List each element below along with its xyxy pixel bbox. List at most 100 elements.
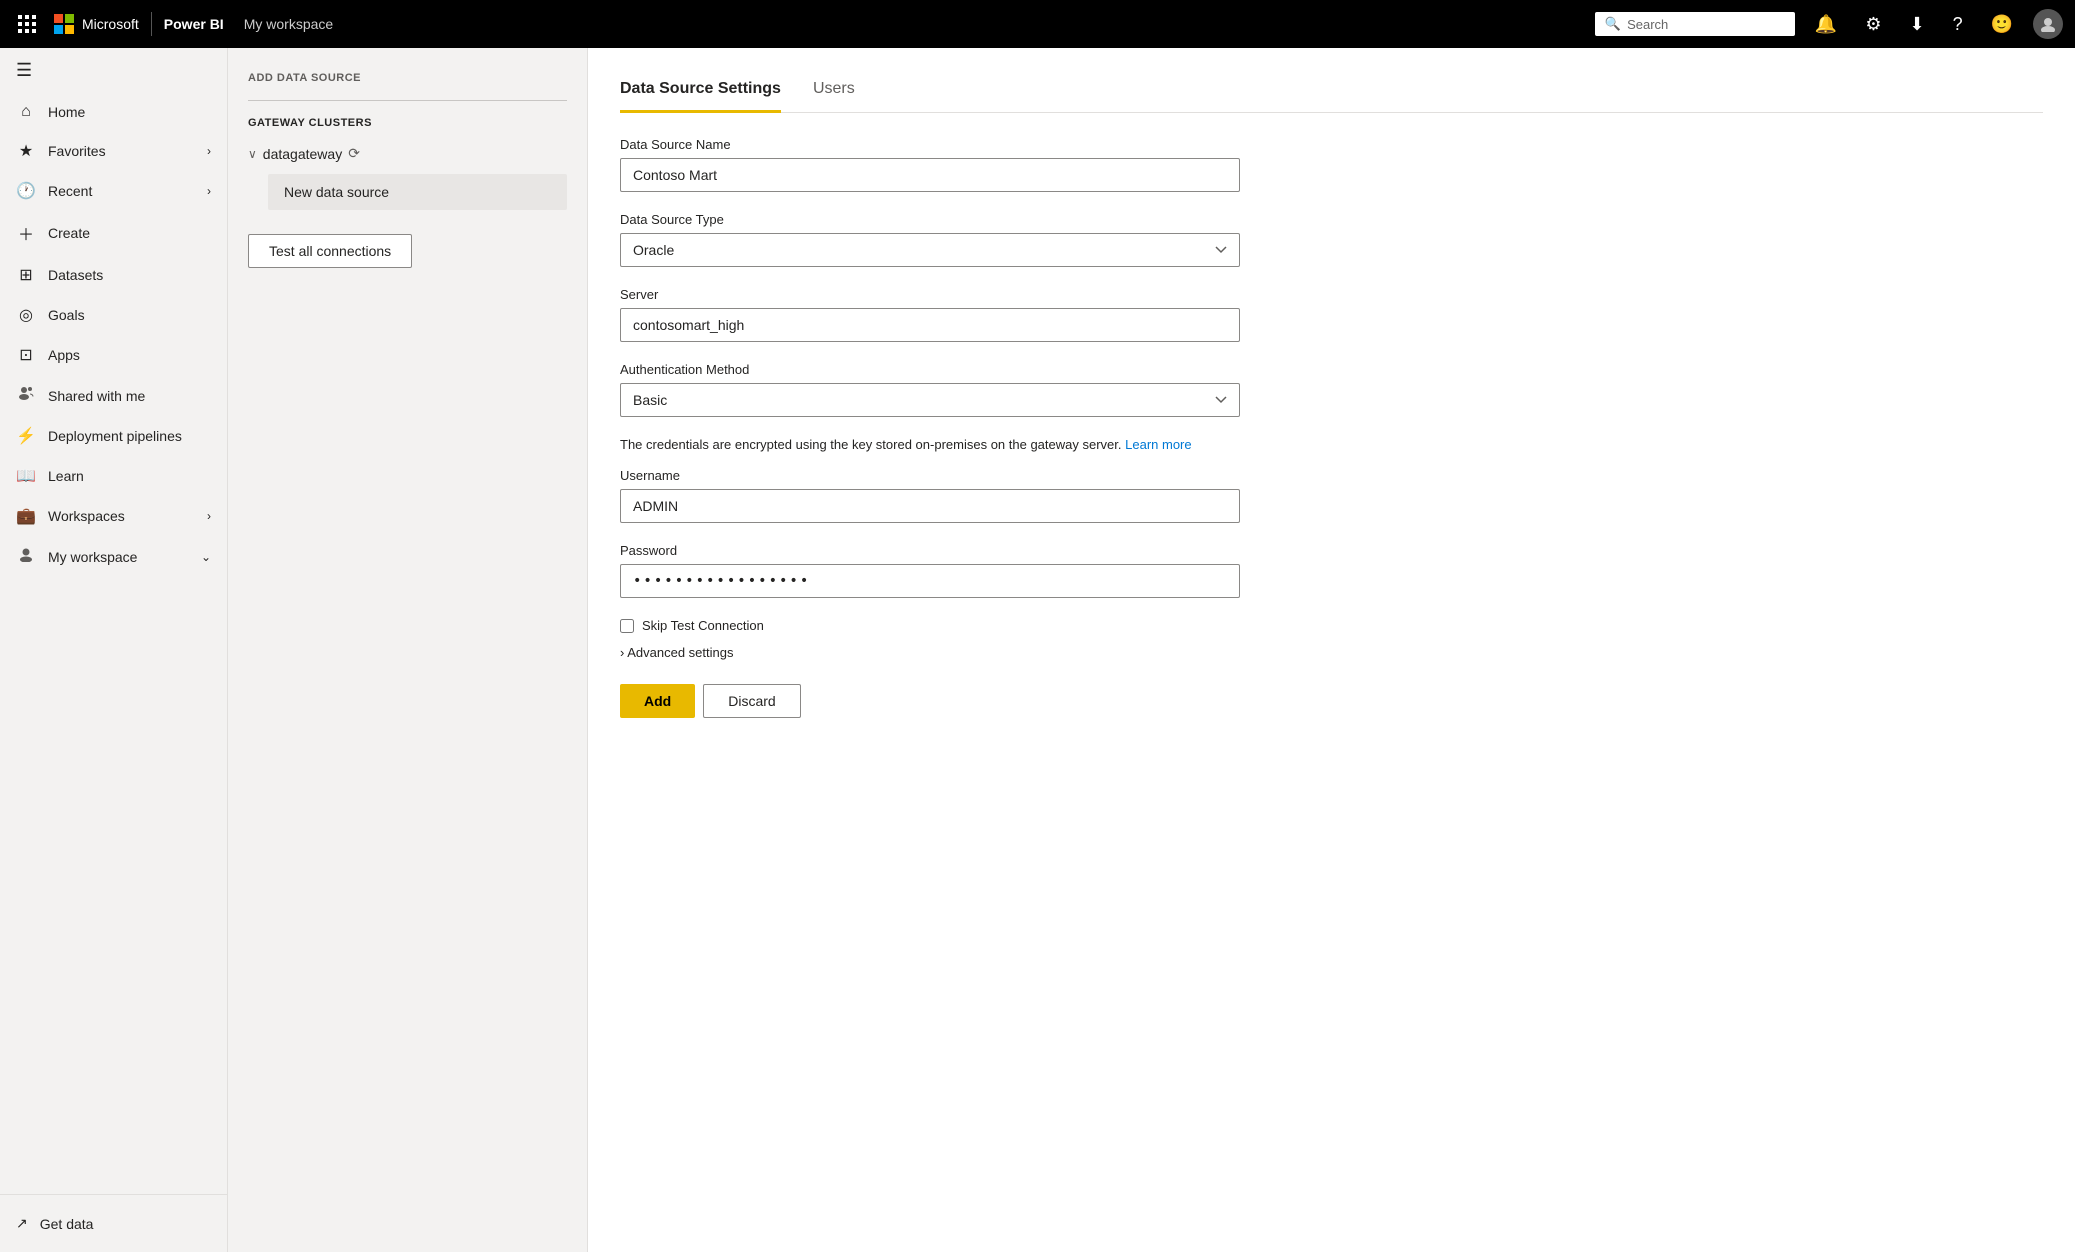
- sidebar-item-label: Favorites: [48, 143, 106, 159]
- sidebar-item-datasets[interactable]: ⊞ Datasets: [0, 255, 227, 295]
- logo-green: [65, 14, 74, 23]
- password-input[interactable]: [620, 564, 1240, 598]
- microsoft-label: Microsoft: [82, 16, 139, 32]
- auth-method-label: Authentication Method: [620, 362, 2043, 377]
- add-button[interactable]: Add: [620, 684, 695, 718]
- waffle-dot: [32, 15, 36, 19]
- datasource-name-input[interactable]: [620, 158, 1240, 192]
- get-data-icon: ↗: [16, 1215, 28, 1232]
- chevron-down-icon: ∨: [248, 147, 257, 161]
- waffle-dot: [25, 15, 29, 19]
- sidebar: ☰ ⌂ Home ★ Favorites › 🕐 Recent › ＋ Crea…: [0, 48, 228, 1252]
- datasource-name-label: Data Source Name: [620, 137, 2043, 152]
- panel-divider: [248, 100, 567, 101]
- sidebar-item-label: Goals: [48, 307, 85, 323]
- sidebar-item-favorites[interactable]: ★ Favorites ›: [0, 131, 227, 171]
- topnav-divider: [151, 12, 152, 36]
- apps-icon: ⊡: [16, 345, 36, 365]
- server-input[interactable]: [620, 308, 1240, 342]
- powerbi-label: Power BI: [164, 16, 224, 32]
- waffle-dot: [32, 29, 36, 33]
- search-box[interactable]: 🔍 Search: [1595, 12, 1795, 36]
- action-buttons: Add Discard: [620, 684, 2043, 718]
- sidebar-item-recent[interactable]: 🕐 Recent ›: [0, 171, 227, 211]
- username-label: Username: [620, 468, 2043, 483]
- new-datasource-item[interactable]: New data source: [268, 174, 567, 210]
- password-label: Password: [620, 543, 2043, 558]
- waffle-dot: [25, 29, 29, 33]
- left-panel: ADD DATA SOURCE GATEWAY CLUSTERS ∨ datag…: [228, 48, 588, 1252]
- workspaces-icon: 💼: [16, 506, 36, 526]
- chevron-right-icon: ›: [207, 184, 211, 198]
- feedback-icon[interactable]: 🙂: [1983, 10, 2021, 39]
- password-group: Password: [620, 543, 2043, 598]
- sync-icon[interactable]: ⟳: [348, 145, 360, 162]
- waffle-dot: [32, 22, 36, 26]
- advanced-settings-toggle[interactable]: › Advanced settings: [620, 645, 2043, 660]
- shared-icon: [16, 385, 36, 406]
- tab-users[interactable]: Users: [813, 72, 855, 113]
- sidebar-item-apps[interactable]: ⊡ Apps: [0, 335, 227, 375]
- sidebar-item-deployment-pipelines[interactable]: ⚡ Deployment pipelines: [0, 416, 227, 456]
- datasource-type-select[interactable]: Oracle SQL Server MySQL PostgreSQL: [620, 233, 1240, 267]
- sidebar-item-my-workspace[interactable]: My workspace ⌄: [0, 536, 227, 577]
- notification-icon[interactable]: 🔔: [1807, 10, 1845, 39]
- learn-more-link[interactable]: Learn more: [1125, 437, 1191, 452]
- logo-blue: [54, 25, 63, 34]
- sidebar-item-label: Workspaces: [48, 508, 125, 524]
- get-data-label: Get data: [40, 1216, 94, 1232]
- sidebar-item-label: My workspace: [48, 549, 137, 565]
- sidebar-item-label: Recent: [48, 183, 92, 199]
- sidebar-item-label: Create: [48, 225, 90, 241]
- datasource-type-label: Data Source Type: [620, 212, 2043, 227]
- sidebar-bottom: ↗ Get data: [0, 1194, 227, 1252]
- learn-icon: 📖: [16, 466, 36, 486]
- search-placeholder: Search: [1627, 17, 1668, 32]
- help-icon[interactable]: ?: [1945, 10, 1971, 39]
- waffle-dot: [25, 22, 29, 26]
- user-avatar[interactable]: [2033, 9, 2063, 39]
- deployment-icon: ⚡: [16, 426, 36, 446]
- logo-squares: [54, 14, 74, 34]
- download-icon[interactable]: ⬇: [1901, 10, 1932, 39]
- sidebar-item-label: Home: [48, 104, 85, 120]
- topnav: Microsoft Power BI My workspace 🔍 Search…: [0, 0, 2075, 48]
- auth-method-select[interactable]: Basic Windows OAuth2: [620, 383, 1240, 417]
- logo-yellow: [65, 25, 74, 34]
- sidebar-item-goals[interactable]: ◎ Goals: [0, 295, 227, 335]
- sidebar-item-label: Datasets: [48, 267, 103, 283]
- workspace-label: My workspace: [244, 16, 333, 32]
- sidebar-item-home[interactable]: ⌂ Home: [0, 93, 227, 131]
- sidebar-item-create[interactable]: ＋ Create: [0, 211, 227, 255]
- home-icon: ⌂: [16, 103, 36, 121]
- skip-test-connection-checkbox[interactable]: [620, 619, 634, 633]
- sidebar-item-shared-with-me[interactable]: Shared with me: [0, 375, 227, 416]
- discard-button[interactable]: Discard: [703, 684, 800, 718]
- sidebar-item-label: Learn: [48, 468, 84, 484]
- sidebar-item-learn[interactable]: 📖 Learn: [0, 456, 227, 496]
- recent-icon: 🕐: [16, 181, 36, 201]
- my-workspace-icon: [16, 546, 36, 567]
- settings-icon[interactable]: ⚙: [1857, 10, 1889, 39]
- goals-icon: ◎: [16, 305, 36, 325]
- sidebar-toggle[interactable]: ☰: [0, 48, 227, 93]
- tab-settings[interactable]: Data Source Settings: [620, 72, 781, 113]
- test-all-connections-button[interactable]: Test all connections: [248, 234, 412, 268]
- main-content: ADD DATA SOURCE GATEWAY CLUSTERS ∨ datag…: [228, 48, 2075, 1252]
- waffle-menu[interactable]: [12, 9, 42, 39]
- gateway-item[interactable]: ∨ datagateway ⟳: [248, 141, 567, 166]
- chevron-right-icon: ›: [207, 144, 211, 158]
- chevron-right-icon: ›: [207, 509, 211, 523]
- waffle-dot: [18, 15, 22, 19]
- sidebar-item-workspaces[interactable]: 💼 Workspaces ›: [0, 496, 227, 536]
- server-label: Server: [620, 287, 2043, 302]
- server-group: Server: [620, 287, 2043, 342]
- auth-method-group: Authentication Method Basic Windows OAut…: [620, 362, 2043, 417]
- chevron-down-icon: ⌄: [201, 550, 211, 564]
- gateway-name: datagateway: [263, 146, 342, 162]
- username-input[interactable]: [620, 489, 1240, 523]
- favorites-icon: ★: [16, 141, 36, 161]
- skip-test-connection-label: Skip Test Connection: [642, 618, 764, 633]
- get-data-item[interactable]: ↗ Get data: [16, 1207, 211, 1240]
- right-panel: Data Source Settings Users Data Source N…: [588, 48, 2075, 1252]
